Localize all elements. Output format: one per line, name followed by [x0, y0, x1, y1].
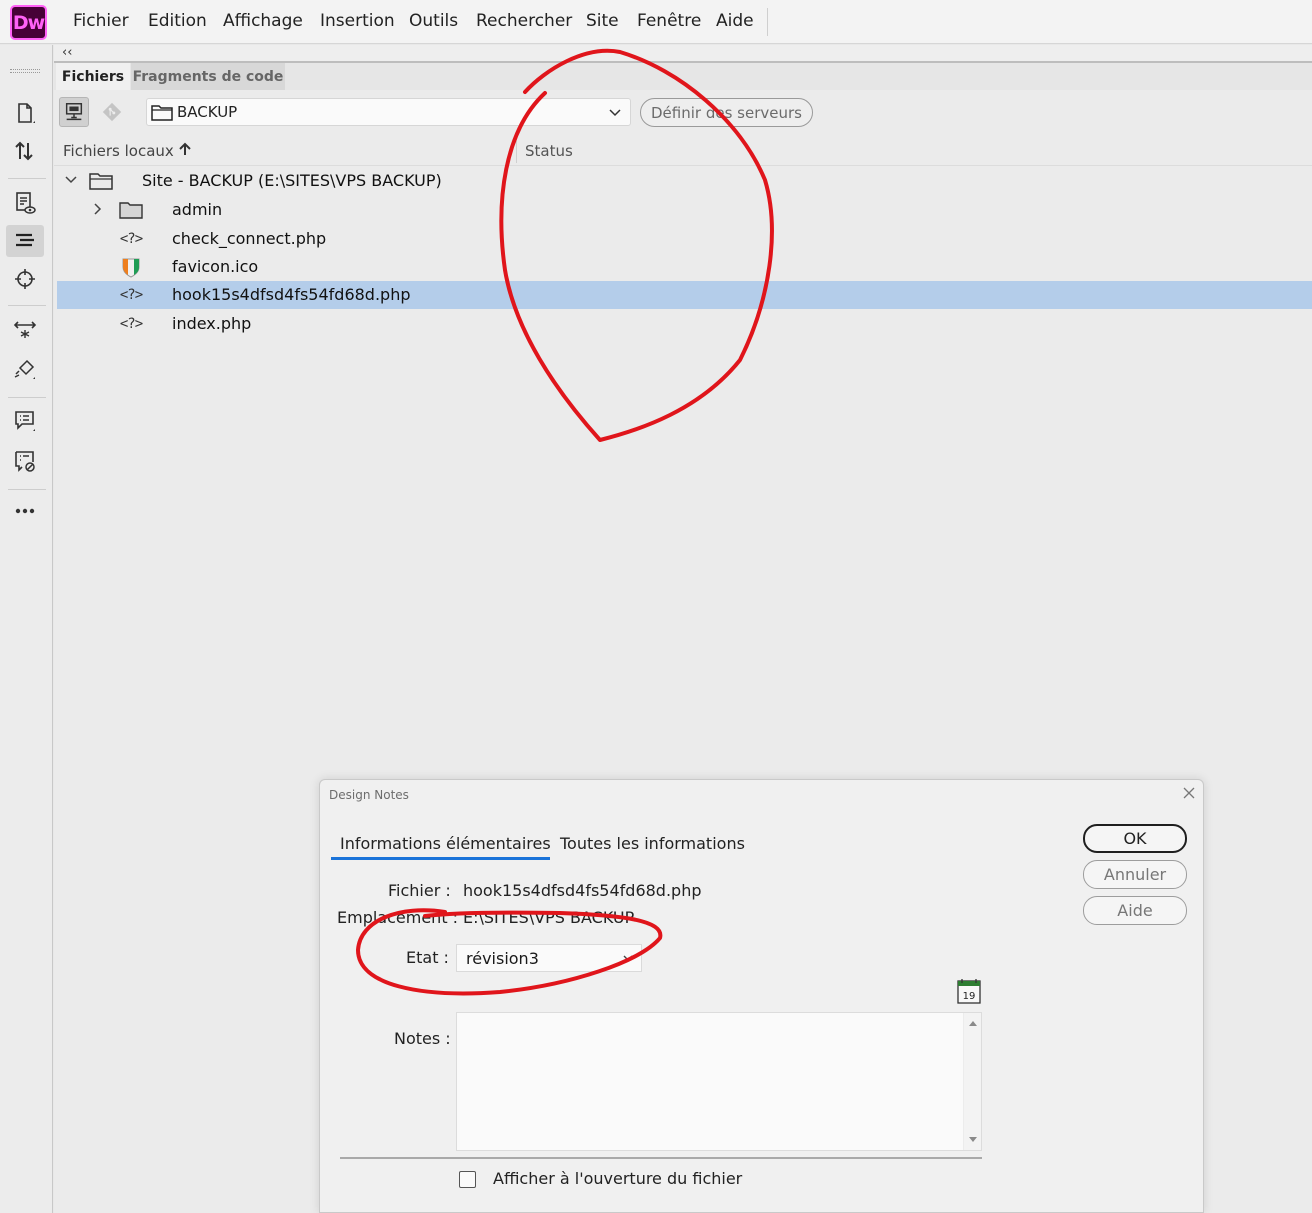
tree-label-site: Site - BACKUP (E:\SITES\VPS BACKUP) — [142, 171, 442, 190]
define-servers-button[interactable]: Définir des serveurs — [640, 98, 813, 127]
file-value: hook15s4dfsd4fs54fd68d.php — [463, 881, 702, 900]
tree-row-site[interactable]: Site - BACKUP (E:\SITES\VPS BACKUP) — [57, 167, 1312, 195]
expand-icon[interactable] — [6, 313, 44, 345]
scroll-up-icon[interactable] — [968, 1019, 978, 1027]
tree-row-admin[interactable]: admin — [57, 196, 1312, 224]
menu-outils[interactable]: Outils — [409, 11, 458, 31]
comment-icon[interactable] — [6, 405, 44, 437]
site-folder-icon — [88, 170, 114, 192]
toolbar-separator — [8, 178, 46, 179]
toolbar-separator — [8, 305, 46, 306]
site-toolbar: BACKUP Définir des serveurs — [54, 90, 1312, 134]
tab-toutes-les-informations[interactable]: Toutes les informations — [560, 834, 745, 853]
toolbar-separator — [8, 397, 46, 398]
ok-button[interactable]: OK — [1083, 824, 1187, 853]
new-document-icon[interactable] — [6, 97, 44, 129]
state-dropdown-value: révision3 — [466, 948, 539, 968]
toolbar-grip[interactable] — [10, 69, 40, 73]
chevron-down-icon[interactable] — [63, 172, 79, 188]
dreamweaver-logo: Dw — [10, 5, 47, 40]
active-tab-indicator — [331, 857, 550, 860]
php-file-icon: <?> — [119, 316, 143, 332]
menu-fichier[interactable]: Fichier — [73, 11, 129, 31]
location-label: Emplacement : — [337, 908, 459, 927]
scroll-down-icon[interactable] — [968, 1136, 978, 1144]
menu-aide[interactable]: Aide — [716, 11, 754, 31]
comment-disabled-icon[interactable] — [6, 445, 44, 477]
folder-icon — [151, 105, 173, 121]
dialog-title: Design Notes — [329, 788, 409, 802]
tree-row-hook[interactable]: <?> hook15s4dfsd4fs54fd68d.php — [57, 281, 1312, 309]
site-dropdown-value: BACKUP — [177, 103, 238, 121]
panel-tabs: Fichiers Fragments de code — [54, 63, 1312, 90]
chevron-right-icon[interactable] — [89, 201, 105, 217]
dialog-divider — [340, 1157, 982, 1159]
file-list-header: Fichiers locaux Status — [54, 137, 1312, 166]
brush-icon[interactable] — [6, 353, 44, 385]
tree-row-check-connect[interactable]: <?> check_connect.php — [57, 225, 1312, 253]
help-button[interactable]: Aide — [1083, 896, 1187, 925]
menu-site[interactable]: Site — [586, 11, 619, 31]
sort-up-icon — [178, 142, 191, 155]
cancel-button[interactable]: Annuler — [1083, 860, 1187, 889]
transfer-arrows-icon[interactable] — [6, 135, 44, 167]
tree-row-index[interactable]: <?> index.php — [57, 310, 1312, 338]
git-icon[interactable] — [97, 97, 127, 127]
notes-textarea[interactable] — [456, 1012, 982, 1151]
menu-bar: Dw Fichier Edition Affichage Insertion O… — [0, 0, 1312, 44]
menu-rechercher[interactable]: Rechercher — [476, 11, 572, 31]
location-value: E:\SITES\VPS BACKUP — [463, 908, 635, 927]
design-notes-dialog: Design Notes Informations élémentaires T… — [319, 779, 1204, 1213]
collapse-panel-button[interactable]: ‹‹ — [62, 45, 72, 60]
more-icon[interactable] — [6, 495, 44, 527]
calendar-date-icon[interactable]: 19 — [957, 978, 981, 1004]
files-panel-icon[interactable] — [6, 225, 44, 257]
site-dropdown[interactable]: BACKUP — [146, 98, 631, 126]
menu-separator — [767, 8, 768, 36]
notes-label: Notes : — [394, 1029, 451, 1048]
tree-label-hook: hook15s4dfsd4fs54fd68d.php — [172, 285, 411, 304]
column-divider[interactable] — [516, 141, 517, 163]
file-label: Fichier : — [388, 881, 451, 900]
notes-scrollbar[interactable] — [963, 1013, 981, 1150]
favicon-shield-icon — [118, 256, 144, 278]
tab-fragments-de-code[interactable]: Fragments de code — [131, 63, 285, 90]
folder-icon — [118, 199, 144, 221]
chevron-down-icon — [609, 109, 621, 117]
chevron-down-icon — [623, 955, 633, 961]
show-on-open-checkbox[interactable] — [459, 1171, 476, 1188]
tab-informations-elementaires[interactable]: Informations élémentaires — [340, 834, 551, 853]
connect-server-icon[interactable] — [59, 97, 89, 127]
tree-label-admin: admin — [172, 200, 223, 219]
tree-label-favicon: favicon.ico — [172, 257, 259, 276]
svg-text:19: 19 — [963, 991, 976, 1002]
menu-insertion[interactable]: Insertion — [320, 11, 395, 31]
column-local-files[interactable]: Fichiers locaux — [63, 142, 191, 160]
menu-edition[interactable]: Edition — [148, 11, 207, 31]
menu-affichage[interactable]: Affichage — [223, 11, 303, 31]
show-on-open-label: Afficher à l'ouverture du fichier — [493, 1169, 743, 1188]
state-label: Etat : — [406, 948, 449, 967]
tree-label-check-connect: check_connect.php — [172, 229, 327, 248]
php-file-icon: <?> — [119, 231, 143, 247]
close-icon[interactable] — [1181, 785, 1197, 801]
panel-collapse-strip: ‹‹ — [54, 45, 1312, 63]
toolbar-separator — [8, 489, 46, 490]
left-toolbar — [0, 45, 53, 1213]
live-view-icon[interactable] — [6, 187, 44, 219]
tab-fichiers[interactable]: Fichiers — [56, 63, 130, 90]
menu-fenetre[interactable]: Fenêtre — [637, 11, 701, 31]
tree-row-favicon[interactable]: favicon.ico — [57, 253, 1312, 281]
php-file-icon: <?> — [119, 287, 143, 303]
column-status[interactable]: Status — [525, 142, 573, 160]
target-icon[interactable] — [6, 263, 44, 295]
state-dropdown[interactable]: révision3 — [456, 944, 642, 972]
tree-label-index: index.php — [172, 314, 252, 333]
